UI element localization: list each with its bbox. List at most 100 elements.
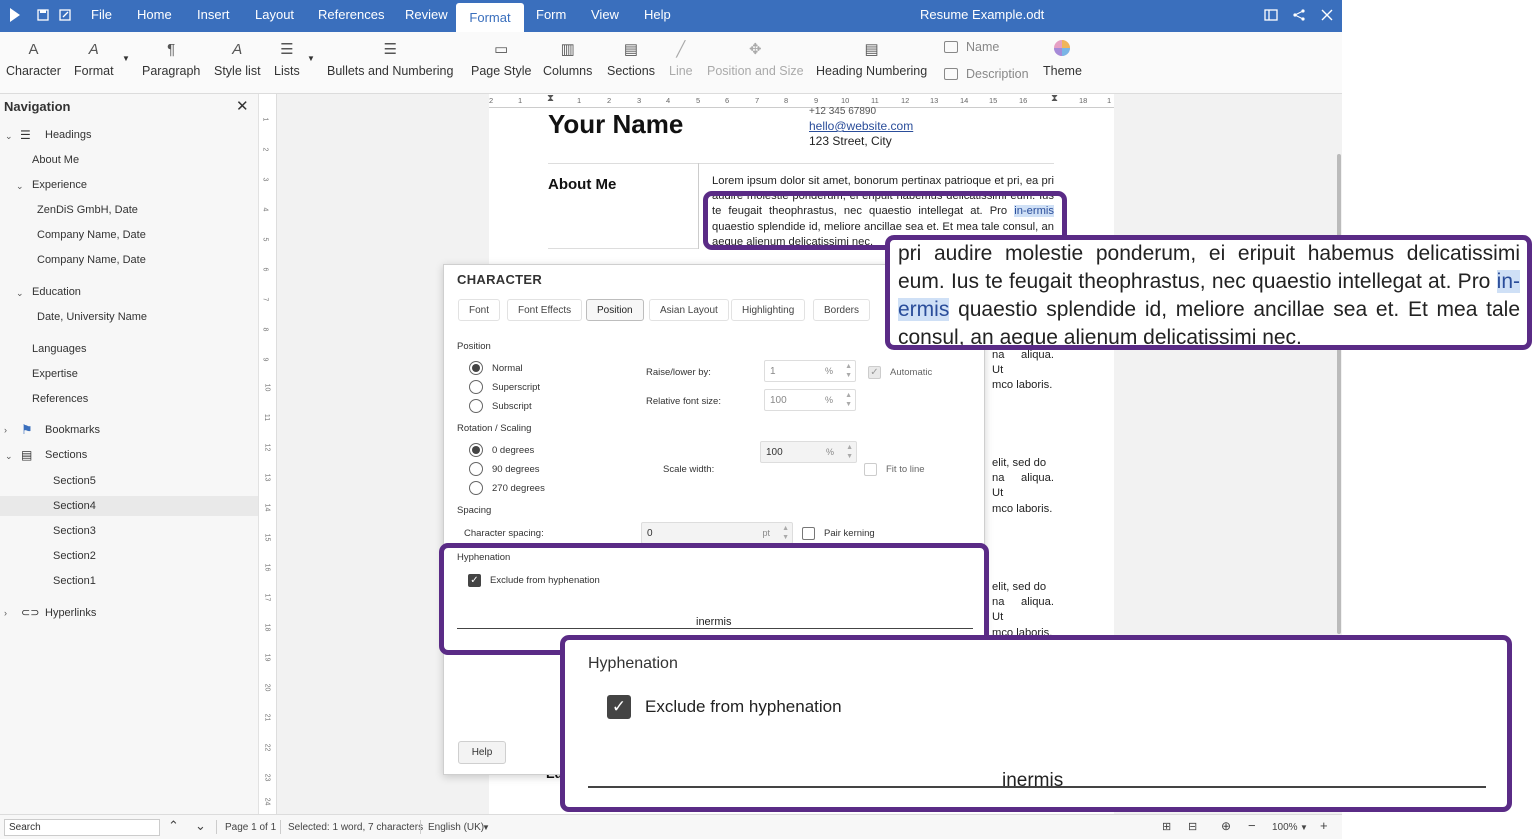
chevron-right-icon[interactable]: › — [4, 608, 7, 618]
tab-borders[interactable]: Borders — [813, 299, 871, 321]
nav-experience-3[interactable]: Company Name, Date — [37, 254, 146, 266]
scale-width-spinner[interactable]: 100 % ▲ ▼ — [760, 441, 857, 463]
menu-help[interactable]: Help — [644, 7, 671, 22]
raise-lower-spinner[interactable]: 1 % ▲ ▼ — [764, 360, 856, 382]
menu-home[interactable]: Home — [137, 7, 172, 22]
body-text-fragment[interactable]: elit, sed do na aliqua. Ut mco laboris. — [992, 580, 1054, 641]
chevron-right-icon[interactable]: › — [4, 425, 7, 435]
lists-button[interactable]: ☰ Lists — [274, 39, 300, 78]
fit-to-line-checkbox[interactable]: Fit to line — [864, 463, 925, 476]
resume-name[interactable]: Your Name — [548, 109, 683, 140]
nav-section5[interactable]: Section5 — [53, 475, 96, 487]
name-button[interactable]: Name — [944, 40, 999, 54]
open-in-window-icon[interactable] — [56, 6, 74, 24]
menu-form[interactable]: Form — [536, 7, 566, 22]
tab-highlighting[interactable]: Highlighting — [731, 299, 806, 321]
nav-bookmarks[interactable]: Bookmarks — [45, 424, 100, 436]
paragraph-button[interactable]: ¶ Paragraph — [142, 39, 200, 78]
columns-button[interactable]: ▥ Columns — [543, 39, 592, 78]
vertical-scrollbar[interactable] — [1337, 154, 1341, 634]
sidebar-toggle-icon[interactable] — [1262, 6, 1280, 24]
about-me-heading[interactable]: About Me — [548, 176, 616, 193]
zoom-level[interactable]: 100% — [1272, 822, 1298, 833]
zoom-in-icon[interactable]: + — [1320, 818, 1328, 833]
description-button[interactable]: Description — [944, 67, 1029, 81]
nav-section1[interactable]: Section1 — [53, 575, 96, 587]
spinner-arrows-icon[interactable]: ▲ ▼ — [845, 362, 852, 380]
tab-font[interactable]: Font — [458, 299, 501, 321]
sections-button[interactable]: ▤ Sections — [607, 39, 655, 78]
view-layout-icon[interactable]: ⊞ — [1162, 820, 1171, 833]
theme-button[interactable]: Theme — [1043, 39, 1082, 78]
zoom-out-icon[interactable]: − — [1248, 818, 1256, 833]
search-next-icon[interactable]: ⌄ — [195, 818, 206, 834]
bullets-numbering-button[interactable]: ☰ Bullets and Numbering — [327, 39, 453, 78]
radio-90-degrees[interactable]: 90 degrees — [469, 462, 540, 476]
nav-education-1[interactable]: Date, University Name — [37, 311, 147, 323]
search-prev-icon[interactable]: ⌃ — [168, 818, 179, 834]
chevron-down-icon[interactable]: ⌄ — [16, 288, 24, 299]
spinner-arrows-icon[interactable]: ▲ ▼ — [845, 391, 852, 409]
right-indent-marker-icon[interactable]: ⧗ — [1051, 94, 1058, 104]
nav-education[interactable]: Education — [32, 286, 81, 298]
radio-normal[interactable]: Normal — [469, 361, 523, 375]
lists-dropdown-icon[interactable]: ▼ — [307, 54, 315, 63]
search-input[interactable]: Search — [4, 819, 160, 836]
menu-references[interactable]: References — [318, 7, 384, 22]
language-selector[interactable]: English (UK) — [428, 822, 484, 833]
nav-section2[interactable]: Section2 — [53, 550, 96, 562]
menu-format[interactable]: Format — [456, 3, 524, 32]
menu-review[interactable]: Review — [405, 7, 448, 22]
nav-references[interactable]: References — [32, 393, 88, 405]
line-button[interactable]: ╱ Line — [669, 39, 693, 78]
radio-subscript[interactable]: Subscript — [469, 399, 532, 413]
heading-numbering-button[interactable]: ▤ Heading Numbering — [816, 39, 927, 78]
book-view-icon[interactable]: ⊟ — [1188, 820, 1197, 833]
nav-about-me[interactable]: About Me — [32, 154, 79, 166]
radio-270-degrees[interactable]: 270 degrees — [469, 481, 545, 495]
nav-languages[interactable]: Languages — [32, 343, 86, 355]
nav-expertise[interactable]: Expertise — [32, 368, 78, 380]
chevron-down-icon[interactable]: ⌄ — [5, 131, 13, 142]
relative-font-size-spinner[interactable]: 100 % ▲ ▼ — [764, 389, 856, 411]
format-button[interactable]: A Format — [74, 39, 114, 78]
nav-section4[interactable]: Section4 — [53, 500, 96, 512]
nav-experience[interactable]: Experience — [32, 179, 87, 191]
menu-layout[interactable]: Layout — [255, 7, 294, 22]
position-size-button[interactable]: ✥ Position and Size — [707, 39, 804, 78]
indent-marker-icon[interactable]: ⧗ — [547, 94, 554, 104]
automatic-checkbox[interactable]: ✓ Automatic — [868, 366, 932, 379]
close-window-icon[interactable] — [1318, 6, 1336, 24]
nav-experience-2[interactable]: Company Name, Date — [37, 229, 146, 241]
tab-asian-layout[interactable]: Asian Layout — [649, 299, 729, 321]
menu-file[interactable]: File — [91, 7, 112, 22]
chevron-down-icon[interactable]: ⌄ — [16, 181, 24, 192]
zoom-dropdown-icon[interactable]: ▼ — [1300, 823, 1308, 832]
contact-email[interactable]: hello@website.com — [809, 119, 913, 133]
contact-address[interactable]: 123 Street, City — [809, 134, 892, 148]
nav-headings[interactable]: Headings — [45, 129, 91, 141]
zoom-icon[interactable]: ⊕ — [1221, 819, 1231, 833]
menu-view[interactable]: View — [591, 7, 619, 22]
chevron-down-icon[interactable]: ⌄ — [5, 451, 13, 462]
pair-kerning-checkbox[interactable]: Pair kerning — [802, 527, 875, 540]
help-button[interactable]: Help — [458, 741, 506, 764]
save-icon[interactable] — [34, 6, 52, 24]
page-style-button[interactable]: ▭ Page Style — [471, 39, 531, 78]
spinner-arrows-icon[interactable]: ▲ ▼ — [846, 443, 853, 461]
character-button[interactable]: A Character — [6, 39, 61, 78]
menu-insert[interactable]: Insert — [197, 7, 230, 22]
character-spacing-spinner[interactable]: 0 pt ▲ ▼ — [641, 522, 793, 544]
nav-sections[interactable]: Sections — [45, 449, 87, 461]
close-navigation-icon[interactable]: ✕ — [236, 97, 249, 115]
body-text-fragment[interactable]: na aliqua. Ut mco laboris. — [992, 348, 1054, 394]
style-list-button[interactable]: A Style list — [214, 39, 261, 78]
language-dropdown-icon[interactable]: ▼ — [482, 823, 490, 832]
contact-phone[interactable]: +12 345 67890 — [809, 106, 876, 117]
body-text-fragment[interactable]: elit, sed do na aliqua. Ut mco laboris. — [992, 456, 1054, 517]
format-dropdown-icon[interactable]: ▼ — [122, 54, 130, 63]
radio-superscript[interactable]: Superscript — [469, 380, 540, 394]
nav-section3[interactable]: Section3 — [53, 525, 96, 537]
nav-hyperlinks[interactable]: Hyperlinks — [45, 607, 96, 619]
tab-position[interactable]: Position — [586, 299, 644, 321]
